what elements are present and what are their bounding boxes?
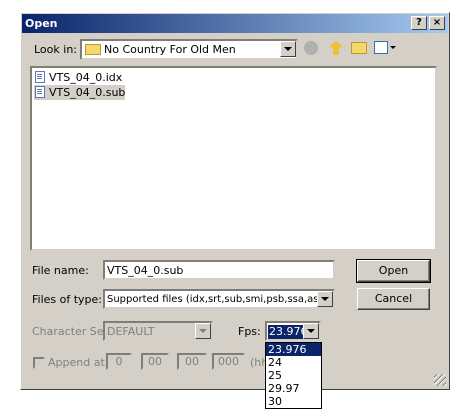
charset-label: Character Set: (32, 325, 112, 338)
fps-option[interactable]: 23.976 (266, 343, 321, 356)
append-hours-field: 0 (106, 353, 132, 370)
folder-icon (85, 44, 101, 55)
file-icon (35, 86, 45, 98)
look-in-label: Look in: (34, 43, 77, 56)
fps-dropdown-arrow[interactable] (303, 323, 319, 339)
open-button[interactable]: Open (356, 259, 431, 283)
file-name-label: File name: (32, 264, 89, 277)
append-ms-value: 000 (218, 355, 239, 368)
append-minutes-value: 00 (148, 355, 162, 368)
grid-icon (374, 41, 388, 54)
close-icon: × (432, 17, 442, 28)
help-button[interactable]: ? (411, 16, 427, 30)
back-icon[interactable] (304, 41, 318, 55)
charset-combo: DEFAULT (103, 321, 213, 341)
look-in-combo[interactable]: No Country For Old Men (80, 39, 298, 60)
file-name-text: VTS_04_0.sub (49, 86, 126, 99)
append-hours-value: 0 (115, 355, 123, 368)
append-seconds-field: 00 (177, 353, 207, 370)
fps-label: Fps: (238, 325, 261, 338)
file-list[interactable]: VTS_04_0.idx VTS_04_0.sub (30, 66, 437, 251)
close-button[interactable]: × (429, 16, 445, 30)
file-item[interactable]: VTS_04_0.idx (34, 70, 125, 85)
file-type-dropdown-arrow[interactable] (317, 291, 333, 307)
cancel-button[interactable]: Cancel (357, 288, 430, 310)
look-in-value: No Country For Old Men (104, 43, 236, 56)
chevron-down-icon (390, 46, 396, 49)
fps-option[interactable]: 29.97 (266, 382, 321, 395)
file-type-combo[interactable]: Supported files (idx,srt,sub,smi,psb,ssa… (103, 289, 335, 309)
file-name-value: VTS_04_0.sub (107, 264, 184, 277)
fps-option[interactable]: 25 (266, 369, 321, 382)
new-folder-icon[interactable] (351, 42, 367, 54)
file-type-label: Files of type: (32, 293, 103, 306)
append-checkbox[interactable] (33, 357, 45, 369)
question-icon: ? (416, 17, 422, 28)
fps-dropdown-list[interactable]: 23.976 24 25 29.97 30 (265, 342, 322, 409)
charset-value: DEFAULT (107, 325, 155, 338)
append-seconds-value: 00 (185, 355, 199, 368)
file-icon (35, 71, 45, 83)
fps-combo[interactable]: 23.976 (265, 321, 321, 341)
append-ms-field: 000 (212, 353, 245, 370)
file-name-input[interactable]: VTS_04_0.sub (103, 260, 335, 280)
look-in-dropdown-arrow[interactable] (280, 41, 296, 57)
fps-option[interactable]: 30 (266, 395, 321, 408)
view-menu-icon[interactable] (374, 41, 396, 55)
dialog-title: Open (25, 17, 58, 30)
file-item[interactable]: VTS_04_0.sub (34, 85, 126, 100)
file-name-text: VTS_04_0.idx (49, 71, 123, 84)
append-minutes-field: 00 (141, 353, 169, 370)
file-type-value: Supported files (idx,srt,sub,smi,psb,ssa… (107, 294, 317, 305)
fps-option[interactable]: 24 (266, 356, 321, 369)
resize-grip[interactable] (434, 374, 446, 386)
title-bar: Open (22, 14, 448, 33)
append-label: Append at: (48, 356, 109, 369)
charset-dropdown-arrow (195, 323, 211, 339)
